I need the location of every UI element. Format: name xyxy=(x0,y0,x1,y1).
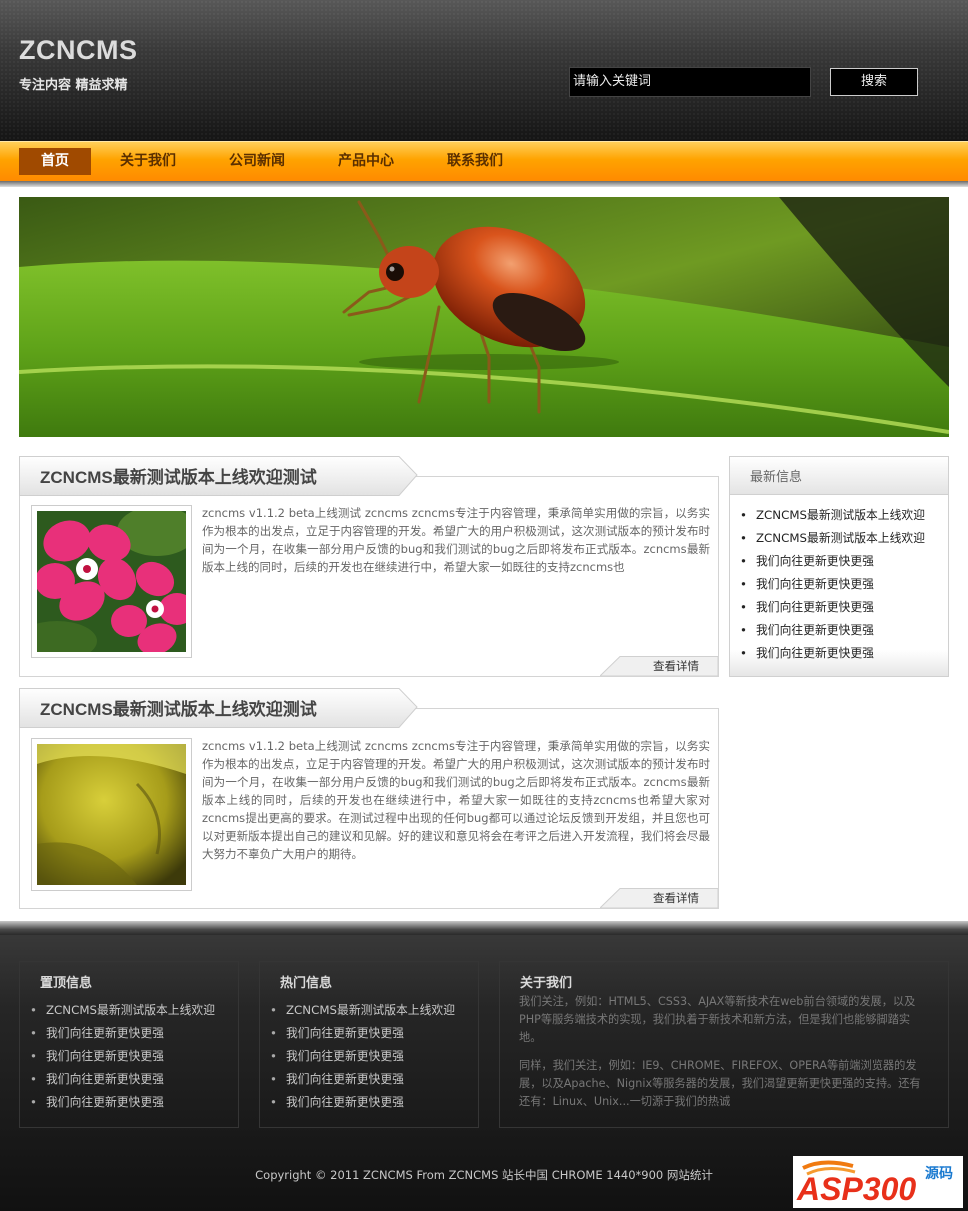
nav-shadow xyxy=(0,181,968,187)
footer-list: ZCNCMS最新测试版本上线欢迎 我们向往更新更快更强 我们向往更新更快更强 我… xyxy=(30,1001,215,1116)
nav-item-news[interactable]: 公司新闻 xyxy=(216,148,298,175)
banner-image xyxy=(19,197,949,437)
watermark-sub: 源码 xyxy=(925,1165,953,1182)
list-item[interactable]: 我们向往更新更快更强 xyxy=(270,1047,455,1070)
latest-news-panel: 最新信息 ZCNCMS最新测试版本上线欢迎 ZCNCMS最新测试版本上线欢迎 我… xyxy=(729,456,949,677)
watermark-text: ASP300 xyxy=(796,1171,916,1207)
footer-col-title: 置顶信息 xyxy=(40,976,93,991)
article-thumbnail[interactable] xyxy=(31,738,192,891)
list-item[interactable]: 我们向往更新更快更强 xyxy=(270,1070,455,1093)
list-item[interactable]: 我们向往更新更快更强 xyxy=(740,552,925,575)
list-item[interactable]: 我们向往更新更快更强 xyxy=(270,1093,455,1116)
footer-col-title: 热门信息 xyxy=(280,976,333,991)
list-item[interactable]: 我们向往更新更快更强 xyxy=(30,1093,215,1116)
asp300-watermark-logo: ASP300 源码 xyxy=(793,1156,963,1208)
nav-item-contact[interactable]: 联系我们 xyxy=(434,148,516,175)
article-card: ZCNCMS最新测试版本上线欢迎测试 zcncms v1.1.2 beta上线测… xyxy=(19,456,719,677)
article-summary: zcncms v1.1.2 beta上线测试 zcncms zcncms专注于内… xyxy=(202,739,710,861)
asp300-logo: ASP300 源码 xyxy=(796,1160,953,1207)
list-item[interactable]: ZCNCMS最新测试版本上线欢迎 xyxy=(740,506,925,529)
search-button[interactable]: 搜索 xyxy=(830,68,918,96)
footer-col-about: 关于我们 我们关注，例如：HTML5、CSS3、AJAX等新技术在web前台领域… xyxy=(499,961,949,1128)
list-item[interactable]: ZCNCMS最新测试版本上线欢迎 xyxy=(270,1001,455,1024)
article-summary: zcncms v1.1.2 beta上线测试 zcncms zcncms专注于内… xyxy=(202,506,710,574)
article-thumbnail[interactable] xyxy=(31,505,192,658)
footer-col-hot-info: 热门信息 ZCNCMS最新测试版本上线欢迎 我们向往更新更快更强 我们向往更新更… xyxy=(259,961,479,1128)
about-paragraph: 我们关注，例如：HTML5、CSS3、AJAX等新技术在web前台领域的发展，以… xyxy=(519,995,916,1044)
yellow-flower-image xyxy=(37,744,186,885)
nav-item-home[interactable]: 首页 xyxy=(19,148,91,175)
list-item[interactable]: 我们向往更新更快更强 xyxy=(270,1024,455,1047)
beetle-on-leaf-illustration xyxy=(19,197,949,437)
footer-list: ZCNCMS最新测试版本上线欢迎 我们向往更新更快更强 我们向往更新更快更强 我… xyxy=(270,1001,455,1116)
nav-item-products[interactable]: 产品中心 xyxy=(325,148,407,175)
list-item[interactable]: 我们向往更新更快更强 xyxy=(30,1047,215,1070)
article-title[interactable]: ZCNCMS最新测试版本上线欢迎测试 xyxy=(40,463,317,488)
list-item[interactable]: 我们向往更新更快更强 xyxy=(740,621,925,644)
pink-flowers-image xyxy=(37,511,186,652)
list-item[interactable]: 我们向往更新更快更强 xyxy=(740,598,925,621)
read-more-link[interactable]: 查看详情 xyxy=(653,658,699,674)
panel-title: 最新信息 xyxy=(750,470,803,485)
main-nav: 首页 关于我们 公司新闻 产品中心 联系我们 xyxy=(0,141,968,181)
read-more-link[interactable]: 查看详情 xyxy=(653,890,699,906)
list-item[interactable]: 我们向往更新更快更强 xyxy=(740,575,925,598)
list-item[interactable]: 我们向往更新更快更强 xyxy=(30,1024,215,1047)
search-input[interactable]: 请输入关键词 xyxy=(569,67,811,97)
list-item[interactable]: 我们向往更新更快更强 xyxy=(30,1070,215,1093)
article-title[interactable]: ZCNCMS最新测试版本上线欢迎测试 xyxy=(40,695,317,720)
about-paragraph: 同样，我们关注，例如：IE9、CHROME、FIREFOX、OPERA等前端浏览… xyxy=(519,1059,921,1108)
list-item[interactable]: 我们向往更新更快更强 xyxy=(740,644,925,667)
latest-news-list: ZCNCMS最新测试版本上线欢迎 ZCNCMS最新测试版本上线欢迎 我们向往更新… xyxy=(740,506,925,667)
nav-item-about[interactable]: 关于我们 xyxy=(107,148,189,175)
footer-col-top-info: 置顶信息 ZCNCMS最新测试版本上线欢迎 我们向往更新更快更强 我们向往更新更… xyxy=(19,961,239,1128)
footer-col-title: 关于我们 xyxy=(520,976,573,991)
footer-divider xyxy=(0,921,968,935)
site-slogan: 专注内容 精益求精 xyxy=(19,78,128,93)
site-logo[interactable]: ZCNCMS xyxy=(19,35,138,66)
list-item[interactable]: ZCNCMS最新测试版本上线欢迎 xyxy=(30,1001,215,1024)
header: ZCNCMS 专注内容 精益求精 请输入关键词 搜索 xyxy=(0,0,968,141)
article-card: ZCNCMS最新测试版本上线欢迎测试 zcncms v1.1.2 beta上线测… xyxy=(19,688,719,909)
list-item[interactable]: ZCNCMS最新测试版本上线欢迎 xyxy=(740,529,925,552)
